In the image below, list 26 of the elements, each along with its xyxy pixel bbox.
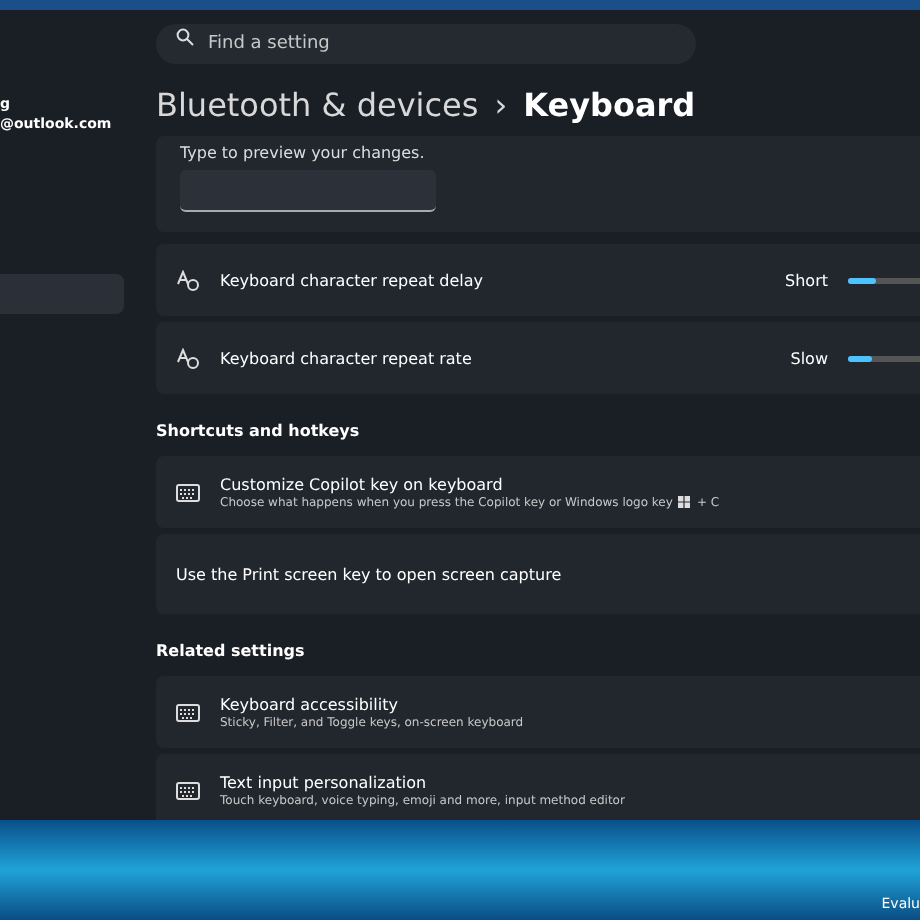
keyboard-icon	[176, 781, 200, 799]
setting-title: Use the Print screen key to open screen capture	[176, 565, 562, 583]
setting-title: Keyboard accessibility	[220, 695, 398, 713]
breadcrumb-parent[interactable]: Bluetooth & devices	[156, 86, 479, 124]
keyboard-icon	[176, 483, 200, 501]
keyboard-icon	[176, 703, 200, 721]
windows-logo-icon	[678, 496, 691, 508]
slider-track[interactable]	[848, 277, 920, 283]
page-title: Keyboard	[523, 86, 696, 124]
setting-label: Keyboard character repeat delay	[220, 271, 485, 289]
breadcrumb-separator: ›	[494, 86, 508, 124]
repeat-delay-icon	[176, 269, 200, 291]
setting-title: Text input personalization	[220, 773, 429, 791]
repeat-rate-icon	[176, 347, 200, 369]
slider-reading: Short	[785, 271, 828, 289]
search-icon	[176, 28, 194, 46]
preview-label: Type to preview your changes.	[180, 144, 427, 162]
section-heading: Related settings	[156, 642, 307, 660]
search-field[interactable]: Find a setting	[156, 24, 696, 64]
settings-row[interactable]: Use the Print screen key to open screen capture	[156, 534, 920, 614]
preview-input-field[interactable]	[180, 170, 436, 212]
slider-reading: Slow	[790, 349, 828, 367]
setting-label: Keyboard character repeat rate	[220, 349, 474, 367]
setting-title: Customize Copilot key on keyboard	[220, 475, 505, 493]
slider-track[interactable]	[848, 355, 920, 361]
section-heading: Shortcuts and hotkeys	[156, 422, 362, 440]
